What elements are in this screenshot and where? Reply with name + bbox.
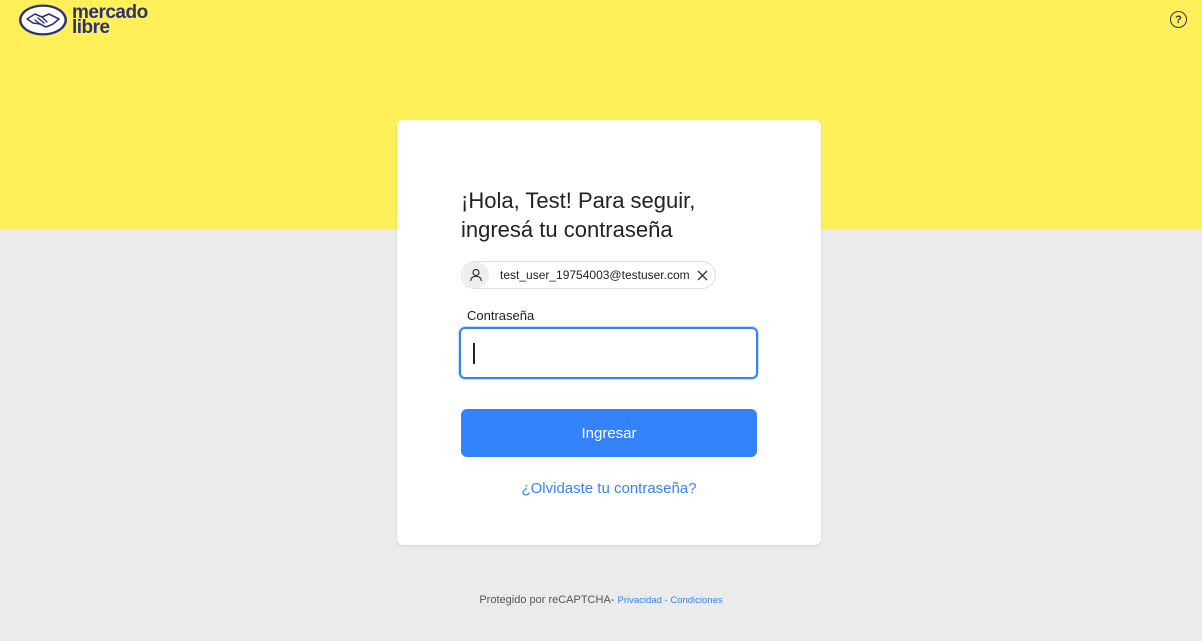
mercadolibre-logo[interactable]: mercado libre: [18, 2, 148, 38]
help-glyph: ?: [1175, 13, 1182, 26]
user-email-chip: test_user_19754003@testuser.com: [461, 261, 716, 289]
terms-link[interactable]: Condiciones: [670, 595, 722, 606]
submit-button[interactable]: Ingresar: [461, 409, 757, 457]
text-caret: [473, 343, 475, 364]
footer-separator-1: -: [610, 594, 618, 606]
close-icon[interactable]: [695, 268, 709, 282]
forgot-password-link[interactable]: ¿Olvidaste tu contraseña?: [461, 480, 757, 497]
password-label: Contraseña: [467, 308, 535, 323]
submit-button-label: Ingresar: [581, 424, 637, 442]
logo-wordmark: mercado libre: [72, 3, 148, 37]
help-icon[interactable]: ?: [1170, 11, 1187, 28]
user-icon: [463, 262, 489, 288]
privacy-link[interactable]: Privacidad: [618, 595, 662, 606]
password-field[interactable]: [459, 327, 758, 379]
recaptcha-text: Protegido por reCAPTCHA: [479, 594, 611, 606]
footer: Protegido por reCAPTCHA- Privacidad - Co…: [0, 594, 1202, 606]
title-line-1: ¡Hola, Test! Para seguir,: [461, 188, 696, 213]
title-line-2: ingresá tu contraseña: [461, 217, 673, 242]
user-email: test_user_19754003@testuser.com: [500, 268, 690, 282]
login-card: ¡Hola, Test! Para seguir, ingresá tu con…: [397, 120, 821, 545]
page-title: ¡Hola, Test! Para seguir, ingresá tu con…: [461, 186, 761, 244]
handshake-logo-icon: [18, 3, 68, 37]
